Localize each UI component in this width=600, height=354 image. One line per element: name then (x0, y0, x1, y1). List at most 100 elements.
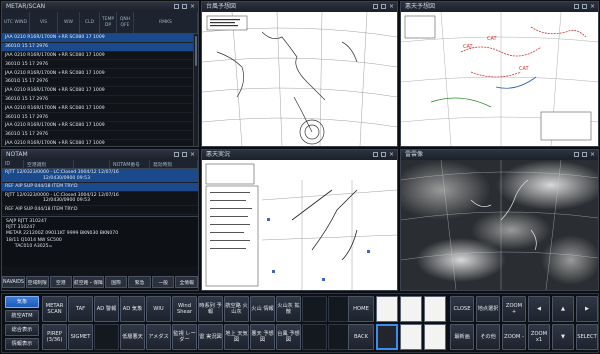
maximize-icon[interactable] (182, 152, 187, 157)
chart-thumbnail[interactable] (424, 296, 446, 322)
mode-button[interactable]: 航空ATM (5, 310, 39, 322)
table-row[interactable]: 3601O 15 17 2976 (2, 113, 194, 122)
table-row[interactable]: JAA 0210 R16R/1700N +RR SC080 17 1009 (2, 104, 194, 114)
table-row[interactable]: 3601O 15 17 2976 (2, 131, 194, 140)
function-button[interactable]: 悪天 予想図 (250, 324, 275, 350)
chart-thumbnail[interactable] (376, 324, 398, 350)
function-button[interactable]: アメダス (146, 324, 171, 350)
table-row[interactable]: 3601O 15 17 2976 (2, 60, 194, 70)
notam-row[interactable]: RJTT 12/0323/0000 - LC:Closed 3004/12 12… (2, 192, 198, 206)
arrow-left-icon[interactable]: ◀ (528, 296, 550, 322)
sigwx-chart-image[interactable]: CAT CAT CAT (401, 11, 598, 146)
maximize-icon[interactable] (381, 152, 386, 157)
function-button[interactable]: METAR SCAN (42, 296, 67, 322)
function-button[interactable]: Wind Shear (172, 296, 197, 322)
function-button[interactable]: TAF (68, 296, 93, 322)
back-button[interactable]: BACK (348, 324, 374, 350)
function-button[interactable]: WIU (146, 296, 171, 322)
select-button[interactable]: SELECT (576, 324, 598, 350)
chart-thumbnail[interactable] (400, 296, 422, 322)
function-button[interactable]: 低層悪天 (120, 324, 145, 350)
table-row[interactable]: 3601O 15 17 2976 (2, 42, 194, 52)
minimize-icon[interactable] (574, 4, 579, 9)
maximize-icon[interactable] (182, 4, 187, 9)
metar-panel: METAR/SCAN × UTC WIND VIS WW CLD TEMP DP… (1, 1, 199, 147)
close-icon[interactable]: × (389, 152, 394, 158)
mode-button[interactable]: 情報表示 (5, 338, 39, 350)
notam-row[interactable]: RJTT 12/0323/0000 - LC:Closed 3004/12 12… (2, 169, 198, 184)
scrollbar[interactable] (193, 34, 198, 146)
mode-button[interactable]: 気象 (5, 296, 39, 308)
typhoon-chart-image[interactable] (202, 11, 397, 146)
function-button[interactable]: 地上 天気図 (224, 324, 249, 350)
minimize-icon[interactable] (373, 152, 378, 157)
notam-row[interactable]: REF AIP SUP 044/18 ITEM TRY:D (2, 206, 198, 215)
svg-text:CAT: CAT (487, 36, 498, 42)
satellite-image[interactable] (401, 159, 598, 290)
close-icon[interactable]: × (590, 152, 595, 158)
minimize-icon[interactable] (574, 152, 579, 157)
function-button[interactable]: 航空路 火山灰 (224, 296, 249, 322)
minimize-icon[interactable] (174, 4, 179, 9)
notam-filter-button[interactable]: 空港 (49, 276, 73, 288)
notam-filter-button[interactable]: NAVAIDS (2, 276, 25, 288)
function-button[interactable]: 火山灰 拡散 (276, 296, 301, 322)
notam-filter-button[interactable]: 空域制限 (25, 276, 49, 288)
arrow-down-icon[interactable]: ▼ (552, 324, 574, 350)
latest-button[interactable]: 最新画 (450, 324, 474, 350)
maximize-icon[interactable] (381, 4, 386, 9)
maximize-icon[interactable] (582, 4, 587, 9)
function-button[interactable]: AD 気象 (120, 296, 145, 322)
close-icon[interactable]: × (190, 4, 195, 10)
arrow-up-icon[interactable]: ▲ (552, 296, 574, 322)
chart-thumbnail[interactable] (400, 324, 422, 350)
location-select-button[interactable]: 地点選択 (476, 296, 500, 322)
function-button[interactable]: 台風 予想図 (276, 324, 301, 350)
function-button[interactable]: 雷 実況図 (198, 324, 223, 350)
table-row[interactable]: 3601O 15 17 2976 (2, 78, 194, 87)
minimize-icon[interactable] (373, 4, 378, 9)
table-row[interactable]: JAA 0210 R16R/1700N +RR SC080 17 1009 (2, 69, 194, 78)
table-row[interactable]: JAA 0210 R16R/1700N +RR SC080 17 1009 (2, 140, 194, 146)
function-button[interactable]: AD 警報 (94, 296, 119, 322)
col-header: 発効時刻 (150, 160, 198, 168)
close-icon[interactable]: × (389, 4, 394, 10)
notam-row-line: REF AIP SUP 044/18 ITEM TRY:D (5, 206, 78, 212)
zoom-in-button[interactable]: ZOOM + (502, 296, 526, 322)
table-row[interactable]: JAA 0210 R16R/1700N +RR SC080 17 1009 (2, 34, 194, 43)
chart-thumbnail[interactable] (376, 296, 398, 322)
function-button[interactable] (94, 324, 119, 350)
panel-title: 台風予想図 × (202, 2, 397, 12)
function-button[interactable]: PIREP (3/36) (42, 324, 67, 350)
close-icon[interactable]: × (590, 4, 595, 10)
notam-row[interactable]: REF AIP SUP 044/18 ITEM TRY:D (2, 183, 198, 192)
maximize-icon[interactable] (582, 152, 587, 157)
other-button[interactable]: その他 (476, 324, 500, 350)
table-row[interactable]: JAA 0210 R16R/1700N +RR SC080 17 1009 (2, 52, 194, 61)
notam-filter-button[interactable]: 全情報 (175, 276, 198, 288)
notam-filter-button[interactable]: 国際 (104, 276, 128, 288)
zoom-reset-button[interactable]: ZOOM x1 (528, 324, 550, 350)
close-button[interactable]: CLOSE (450, 296, 474, 322)
notam-filter-button[interactable]: 一般 (151, 276, 175, 288)
col-header: QNH QFE (117, 12, 134, 33)
function-button[interactable]: SIGMET (68, 324, 93, 350)
notam-filter-button[interactable]: 航空路・保障 (73, 276, 104, 288)
table-row[interactable]: JAA 0210 R16R/1700N +RR SC080 17 1009 (2, 87, 194, 96)
function-button[interactable]: 監視 レーダー (172, 324, 197, 350)
col-header: NOTAM番号 (110, 160, 150, 168)
sigwx-actual-chart-image[interactable] (202, 160, 397, 290)
function-button[interactable]: 火山 情報 (250, 296, 275, 322)
close-icon[interactable]: × (190, 152, 195, 158)
svg-text:CAT: CAT (463, 44, 474, 50)
arrow-right-icon[interactable]: ▶ (576, 296, 598, 322)
minimize-icon[interactable] (174, 152, 179, 157)
table-row[interactable]: JAA 0210 R16R/1700N +RR SC080 17 1009 (2, 122, 194, 131)
zoom-out-button[interactable]: ZOOM - (502, 324, 526, 350)
table-row[interactable]: 3601O 15 17 2976 (2, 96, 194, 105)
home-button[interactable]: HOME (348, 296, 374, 322)
function-button[interactable]: 時系列 予報 (198, 296, 223, 322)
mode-button[interactable]: 総合表示 (5, 324, 39, 336)
chart-thumbnail[interactable] (424, 324, 446, 350)
notam-filter-button[interactable]: 緊急 (128, 276, 151, 288)
